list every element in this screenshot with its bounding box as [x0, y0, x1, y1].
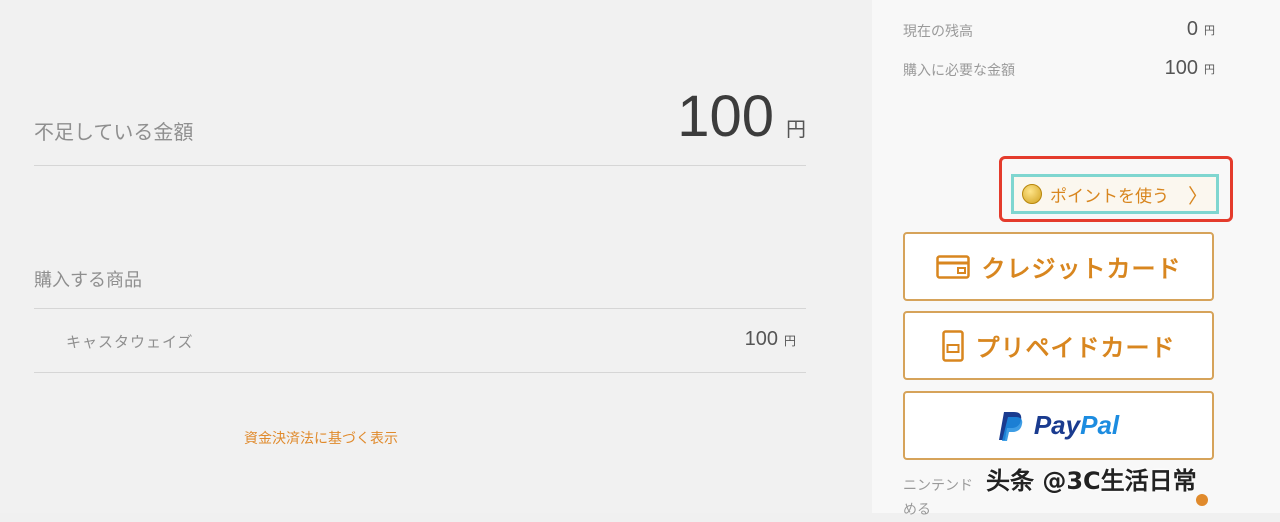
balance-value: 0 円: [1187, 18, 1215, 41]
credit-card-label: クレジットカード: [981, 255, 1182, 283]
balance-row: 現在の残高 0 円: [903, 18, 1215, 41]
notification-dot: [1196, 494, 1208, 506]
prepaid-card-icon: [941, 329, 964, 362]
paypal-wordmark-pal: Pal: [1080, 410, 1120, 440]
watermark: 头条 @3C生活日常: [986, 467, 1197, 495]
shortage-amount-unit: 円: [786, 117, 806, 141]
required-amount-value: 100 円: [1165, 57, 1215, 80]
divider: [34, 165, 806, 166]
payment-law-link[interactable]: 資金決済法に基づく表示: [244, 428, 398, 448]
balance-unit: 円: [1204, 24, 1215, 37]
balance-label: 現在の残高: [903, 24, 973, 40]
use-points-label: ポイントを使う: [1050, 186, 1169, 207]
credit-card-button[interactable]: クレジットカード: [903, 232, 1214, 301]
divider: [34, 372, 806, 373]
paypal-wordmark-pay: Pay: [1033, 410, 1081, 440]
required-amount-label: 購入に必要な金額: [903, 63, 1015, 79]
required-amount-row: 購入に必要な金額 100 円: [903, 57, 1215, 80]
paypal-logo-icon: [998, 411, 1023, 441]
shortage-amount-value: 100: [677, 84, 774, 149]
shortage-amount: 100 円: [677, 82, 806, 152]
balance-amount: 0: [1186, 18, 1198, 40]
required-unit: 円: [1204, 63, 1215, 76]
item-price-value: 100: [744, 328, 778, 350]
prepaid-card-button[interactable]: プリペイドカード: [903, 311, 1214, 380]
shortage-label: 不足している金額: [34, 120, 194, 144]
coin-icon: [1022, 184, 1042, 204]
divider: [34, 308, 806, 309]
item-price-unit: 円: [783, 334, 796, 348]
item-price: 100 円: [745, 328, 796, 351]
use-points-button[interactable]: ポイントを使う 〉: [1011, 174, 1219, 214]
item-name: キャスタウェイズ: [66, 333, 194, 351]
paypal-wordmark: PayPal: [1034, 410, 1119, 441]
paypal-button[interactable]: PayPal: [903, 391, 1214, 460]
checkout-main-panel: 不足している金額 100 円 購入する商品 キャスタウェイズ 100 円 資金決…: [0, 0, 872, 513]
prepaid-card-label: プリペイドカード: [975, 334, 1176, 362]
credit-card-icon: [935, 254, 970, 279]
required-amount: 100: [1164, 57, 1198, 79]
footer-line-2: める: [903, 502, 931, 518]
purchase-items-label: 購入する商品: [34, 270, 142, 291]
chevron-right-icon: 〉: [1188, 183, 1208, 208]
